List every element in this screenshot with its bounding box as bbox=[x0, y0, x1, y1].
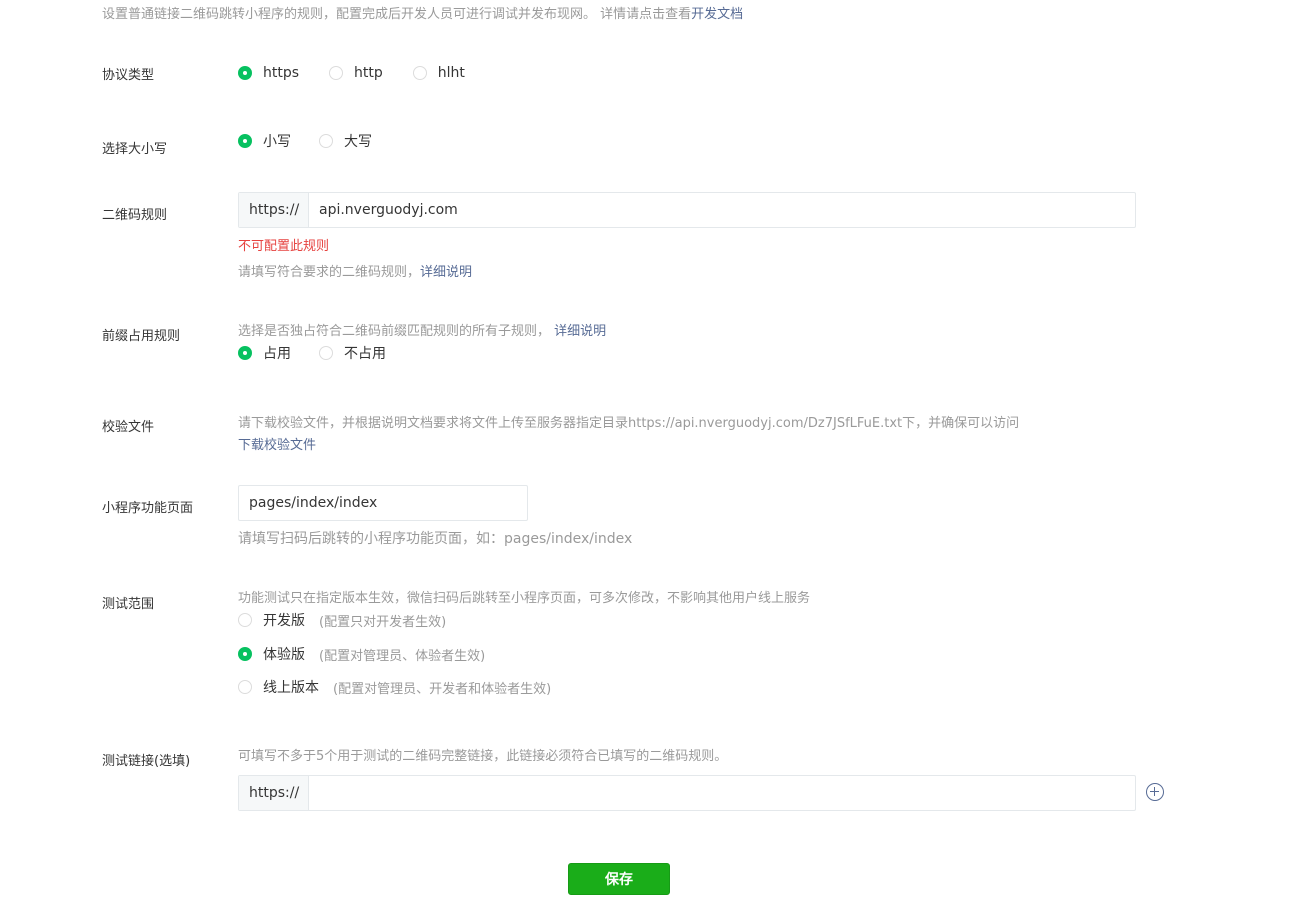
page-path-label: 小程序功能页面 bbox=[102, 501, 194, 516]
prefix-rule-detail-link[interactable]: 详细说明 bbox=[554, 324, 606, 339]
case-option-label: 大写 bbox=[344, 134, 372, 150]
radio-checked-icon[interactable] bbox=[238, 134, 252, 148]
intro-text: 设置普通链接二维码跳转小程序的规则，配置完成后开发人员可进行调试并发布现网。 详… bbox=[102, 3, 743, 22]
qr-rule-hint-text: 请填写符合要求的二维码规则， bbox=[238, 265, 421, 280]
test-link-field: https:// bbox=[238, 775, 1136, 811]
test-scope-option-label: 开发版 bbox=[263, 613, 305, 629]
test-link-input-group: https:// bbox=[238, 775, 1136, 811]
download-verify-file-link[interactable]: 下载校验文件 bbox=[238, 434, 316, 453]
intro-description: 设置普通链接二维码跳转小程序的规则，配置完成后开发人员可进行调试并发布现网。 详… bbox=[102, 7, 692, 22]
radio-unchecked-icon[interactable] bbox=[238, 680, 252, 694]
qr-rule-label: 二维码规则 bbox=[102, 208, 168, 223]
qr-rule-prefix: https:// bbox=[239, 193, 309, 227]
test-scope-option-online[interactable]: 线上版本 (配置对管理员、开发者和体验者生效) bbox=[238, 677, 551, 697]
test-scope-option-desc: (配置对管理员、体验者生效) bbox=[319, 648, 486, 664]
test-scope-option-dev[interactable]: 开发版 (配置只对开发者生效) bbox=[238, 610, 446, 630]
test-link-input[interactable] bbox=[309, 776, 1135, 810]
case-option-lower[interactable]: 小写 bbox=[238, 131, 291, 151]
test-link-label: 测试链接(选填) bbox=[102, 754, 191, 769]
test-link-hint: 可填写不多于5个用于测试的二维码完整链接，此链接必须符合已填写的二维码规则。 bbox=[238, 749, 728, 764]
test-scope-option-label: 线上版本 bbox=[263, 680, 319, 696]
qr-rule-input[interactable] bbox=[309, 193, 1135, 227]
protocol-option-https[interactable]: https bbox=[238, 65, 299, 81]
prefix-rule-hint: 选择是否独占符合二维码前缀匹配规则的所有子规则， 详细说明 bbox=[238, 320, 606, 339]
test-scope-option-label: 体验版 bbox=[263, 647, 305, 663]
case-option-label: 小写 bbox=[263, 134, 291, 150]
radio-unchecked-icon[interactable] bbox=[319, 134, 333, 148]
protocol-radio-group: https http hlht bbox=[238, 65, 495, 81]
test-scope-option-desc: (配置对管理员、开发者和体验者生效) bbox=[333, 681, 552, 697]
protocol-option-label: hlht bbox=[437, 65, 465, 81]
qr-rule-hint: 请填写符合要求的二维码规则，详细说明 bbox=[238, 261, 472, 280]
page-path-hint: 请填写扫码后跳转的小程序功能页面，如：pages/index/index bbox=[238, 531, 633, 547]
radio-unchecked-icon[interactable] bbox=[412, 66, 427, 80]
prefix-option-label: 不占用 bbox=[344, 346, 386, 362]
case-radio-group: 小写 大写 bbox=[238, 131, 402, 151]
radio-unchecked-icon[interactable] bbox=[329, 66, 344, 80]
radio-checked-icon[interactable] bbox=[238, 647, 252, 661]
page-path-field bbox=[238, 485, 528, 521]
test-link-prefix: https:// bbox=[239, 776, 309, 810]
qr-rule-error: 不可配置此规则 bbox=[238, 239, 330, 254]
protocol-label: 协议类型 bbox=[102, 68, 155, 83]
radio-unchecked-icon[interactable] bbox=[238, 613, 252, 627]
protocol-option-label: http bbox=[354, 65, 383, 81]
verify-file-hint: 请下载校验文件，并根据说明文档要求将文件上传至服务器指定目录https://ap… bbox=[238, 416, 1020, 431]
test-scope-option-desc: (配置只对开发者生效) bbox=[319, 614, 447, 630]
add-circle-icon[interactable] bbox=[1146, 783, 1164, 801]
dev-docs-link[interactable]: 开发文档 bbox=[691, 7, 743, 22]
qr-rule-field: https:// bbox=[238, 192, 1136, 228]
radio-checked-icon[interactable] bbox=[238, 66, 252, 80]
qr-rule-config-page: 设置普通链接二维码跳转小程序的规则，配置完成后开发人员可进行调试并发布现网。 详… bbox=[0, 0, 1308, 906]
test-scope-option-trial[interactable]: 体验版 (配置对管理员、体验者生效) bbox=[238, 644, 485, 664]
protocol-option-hlht[interactable]: hlht bbox=[412, 65, 465, 81]
prefix-rule-hint-text: 选择是否独占符合二维码前缀匹配规则的所有子规则， bbox=[238, 324, 551, 339]
radio-checked-icon[interactable] bbox=[238, 346, 252, 360]
protocol-option-label: https bbox=[263, 65, 300, 81]
test-scope-label: 测试范围 bbox=[102, 597, 155, 612]
prefix-option-occupy[interactable]: 占用 bbox=[238, 343, 291, 363]
prefix-option-label: 占用 bbox=[263, 346, 291, 362]
prefix-option-not-occupy[interactable]: 不占用 bbox=[319, 343, 386, 363]
protocol-option-http[interactable]: http bbox=[329, 65, 383, 81]
radio-unchecked-icon[interactable] bbox=[319, 346, 333, 360]
qr-rule-input-group: https:// bbox=[238, 192, 1136, 228]
save-button[interactable]: 保存 bbox=[568, 863, 670, 895]
test-scope-hint: 功能测试只在指定版本生效，微信扫码后跳转至小程序页面，可多次修改，不影响其他用户… bbox=[238, 591, 811, 606]
prefix-rule-radio-group: 占用 不占用 bbox=[238, 343, 416, 363]
qr-rule-detail-link[interactable]: 详细说明 bbox=[420, 265, 472, 280]
verify-file-label: 校验文件 bbox=[102, 420, 155, 435]
case-label: 选择大小写 bbox=[102, 142, 168, 157]
case-option-upper[interactable]: 大写 bbox=[319, 131, 372, 151]
page-path-input[interactable] bbox=[238, 485, 528, 521]
prefix-rule-label: 前缀占用规则 bbox=[102, 329, 181, 344]
